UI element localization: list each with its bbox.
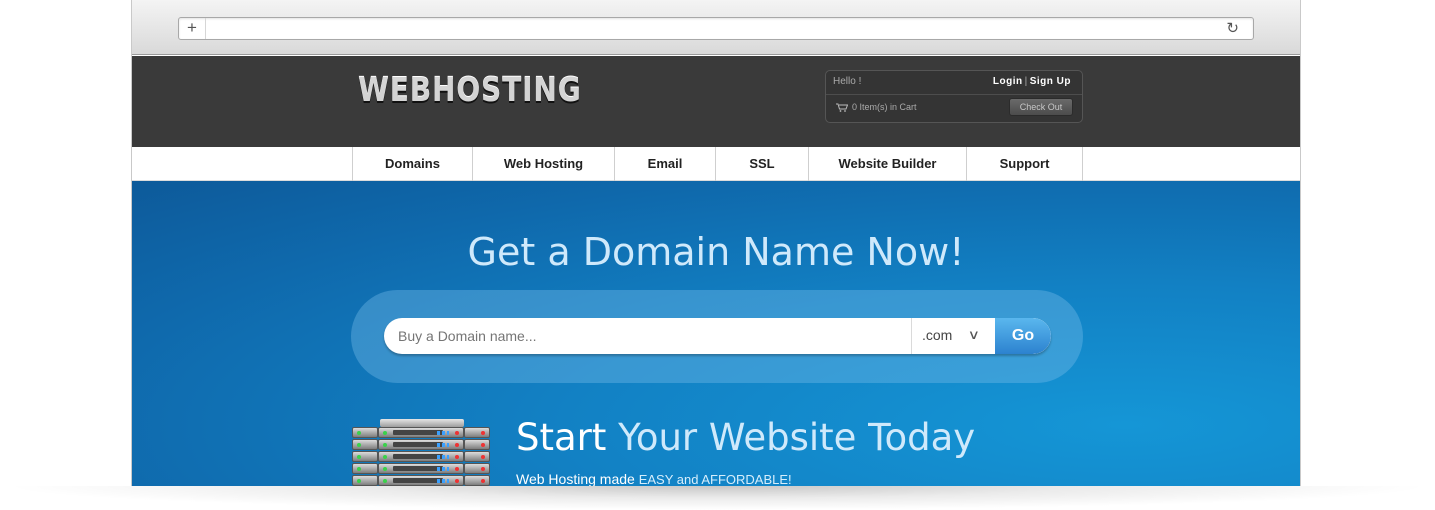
domain-search-panel: .com ∨ Go xyxy=(351,290,1083,383)
nav-item-domains[interactable]: Domains xyxy=(353,147,473,181)
tld-select[interactable]: .com ∨ xyxy=(911,318,995,354)
nav-item-ssl[interactable]: SSL xyxy=(716,147,809,181)
server-unit xyxy=(352,427,378,438)
server-unit xyxy=(464,451,490,462)
server-unit xyxy=(464,427,490,438)
site-header: WEBHOSTING Hello ! Login | Sign Up 0 Item(… xyxy=(132,56,1300,147)
nav-item-website-builder[interactable]: Website Builder xyxy=(809,147,967,181)
domain-search-form: .com ∨ Go xyxy=(384,318,1051,354)
server-unit xyxy=(378,463,464,474)
login-link[interactable]: Login xyxy=(993,76,1023,87)
tld-value: .com xyxy=(922,327,953,343)
tagline-strong: Start xyxy=(516,416,607,459)
reload-icon[interactable]: ↻ xyxy=(1226,19,1239,39)
tagline-sub-strong: Web Hosting made xyxy=(516,471,639,486)
tagline-subtext: Web Hosting made EASY and AFFORDABLE! xyxy=(516,471,792,486)
hero-title: Get a Domain Name Now! xyxy=(467,230,965,274)
browser-chrome: + ↻ xyxy=(132,0,1300,55)
server-unit xyxy=(464,475,490,486)
chevron-down-icon: ∨ xyxy=(967,327,980,342)
server-unit xyxy=(464,439,490,450)
nav-list: Domains Web Hosting Email SSL Website Bu… xyxy=(352,147,1083,181)
plus-icon[interactable]: + xyxy=(179,18,206,39)
nav-item-web-hosting[interactable]: Web Hosting xyxy=(473,147,615,181)
account-row: Hello ! Login | Sign Up xyxy=(826,71,1082,95)
domain-search-input[interactable] xyxy=(398,318,908,354)
cart-icon xyxy=(836,103,848,112)
server-unit xyxy=(352,463,378,474)
hero-section: Get a Domain Name Now! .com ∨ Go xyxy=(132,181,1300,486)
go-button[interactable]: Go xyxy=(995,318,1051,354)
tagline-rest: Your Website Today xyxy=(606,416,976,459)
nav-item-support[interactable]: Support xyxy=(967,147,1083,181)
server-unit xyxy=(378,475,464,486)
auth-links: Login | Sign Up xyxy=(993,76,1071,87)
url-input[interactable] xyxy=(209,20,1209,37)
address-bar[interactable]: + ↻ xyxy=(178,17,1254,40)
server-unit xyxy=(378,439,464,450)
server-unit xyxy=(378,451,464,462)
auth-separator: | xyxy=(1024,76,1028,87)
server-unit xyxy=(352,451,378,462)
greeting-text: Hello ! xyxy=(833,76,862,87)
tagline-sub-light: EASY and AFFORDABLE! xyxy=(638,472,792,486)
server-unit xyxy=(464,463,490,474)
nav-item-email[interactable]: Email xyxy=(615,147,716,181)
floor-shadow xyxy=(0,486,1435,510)
rack-top xyxy=(380,419,464,427)
cart-status[interactable]: 0 Item(s) in Cart xyxy=(852,102,917,112)
server-unit xyxy=(378,427,464,438)
server-unit xyxy=(352,439,378,450)
browser-window: + ↻ WEBHOSTING Hello ! Login | Sign Up 0 I… xyxy=(131,0,1301,486)
site-logo[interactable]: WEBHOSTING xyxy=(358,70,582,109)
signup-link[interactable]: Sign Up xyxy=(1030,76,1071,87)
account-panel: Hello ! Login | Sign Up 0 Item(s) in Cart … xyxy=(825,70,1083,123)
server-rack-image xyxy=(352,419,492,486)
server-unit xyxy=(352,475,378,486)
tagline-heading: Start Your Website Today xyxy=(516,416,975,459)
main-nav: Domains Web Hosting Email SSL Website Bu… xyxy=(132,147,1300,181)
checkout-button[interactable]: Check Out xyxy=(1009,98,1073,116)
